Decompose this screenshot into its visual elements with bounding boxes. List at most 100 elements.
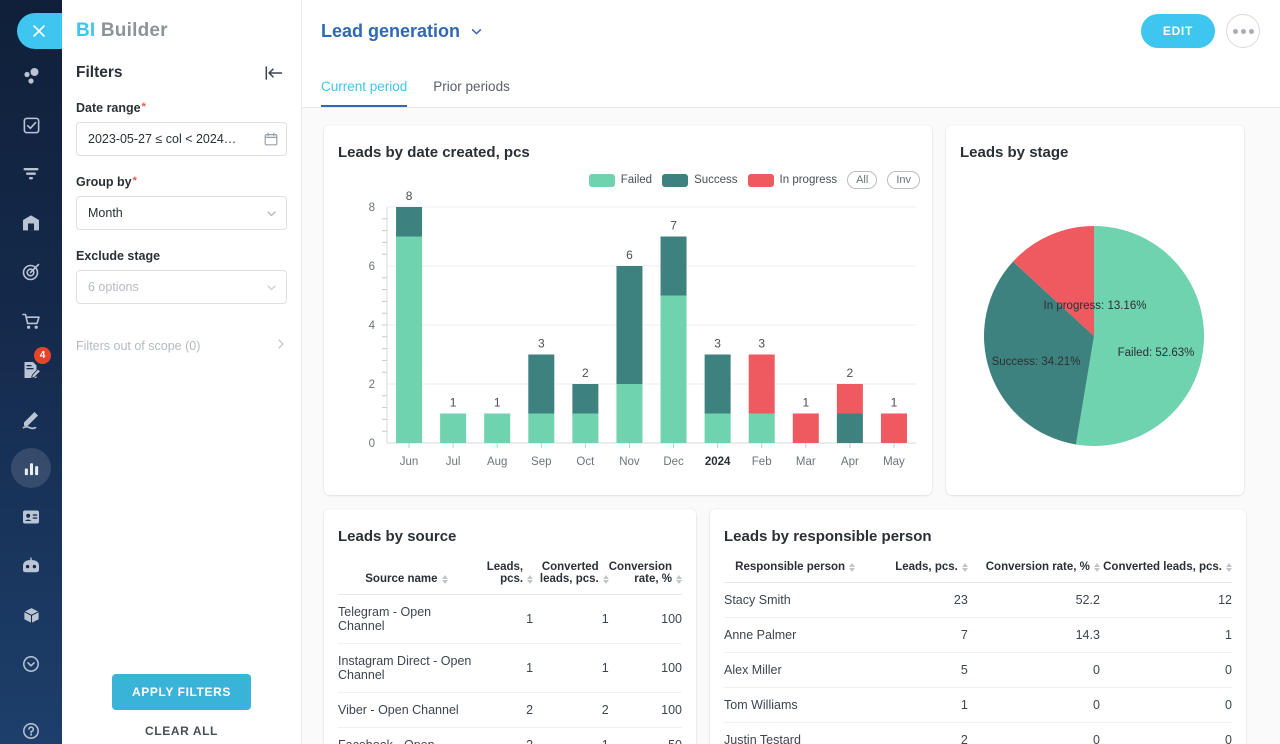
exclude-stage-label: Exclude stage	[76, 249, 287, 263]
cell-name: Alex Miller	[724, 653, 866, 688]
col-converted-leads[interactable]: Converted leads, pcs.	[533, 555, 609, 595]
legend-button-inv[interactable]: Inv	[887, 171, 920, 189]
required-marker: *	[133, 175, 137, 187]
cell-name: Instagram Direct - Open Channel	[338, 644, 475, 693]
pie-chart-plot[interactable]: Failed: 52.63%Success: 34.21%In progress…	[946, 191, 1244, 491]
clear-all-button[interactable]: CLEAR ALL	[145, 724, 218, 738]
cell-value: 50	[609, 728, 682, 744]
rail-item-more[interactable]	[11, 644, 51, 684]
cell-value: 7	[866, 618, 968, 653]
required-marker: *	[142, 101, 146, 113]
col-conversion-rate[interactable]: Conversion rate, %	[968, 555, 1100, 583]
rail-item-sign[interactable]	[11, 399, 51, 439]
table-row[interactable]: Alex Miller500	[724, 653, 1232, 688]
calendar-icon[interactable]	[264, 132, 278, 146]
svg-text:Aug: Aug	[487, 456, 507, 468]
table-row[interactable]: Telegram - Open Channel11100	[338, 595, 682, 644]
rail-item-analytics[interactable]	[11, 448, 51, 488]
legend-label-in-progress: In progress	[780, 174, 838, 186]
table-row[interactable]: Tom Williams100	[724, 688, 1232, 723]
edit-button[interactable]: EDIT	[1141, 14, 1215, 48]
table-title-source: Leads by source	[324, 509, 696, 545]
help-icon	[22, 722, 40, 740]
table-row[interactable]: Instagram Direct - Open Channel11100	[338, 644, 682, 693]
legend-item-success[interactable]: Success	[662, 174, 737, 187]
col-converted-leads[interactable]: Converted leads, pcs.	[1100, 555, 1232, 583]
inventory-icon	[22, 606, 41, 625]
card-leads-by-source: Leads by source Source name Leads, pcs. …	[324, 509, 696, 744]
col-leads-pcs[interactable]: Leads, pcs.	[866, 555, 968, 583]
rail-item-sales[interactable]	[11, 301, 51, 341]
cell-value: 5	[866, 653, 968, 688]
rail-item-automation[interactable]	[11, 546, 51, 586]
tab-prior-periods[interactable]: Prior periods	[433, 79, 510, 107]
table-row[interactable]: Viber - Open Channel22100	[338, 693, 682, 728]
cell-value: 100	[609, 644, 682, 693]
top-bar: Lead generation EDIT	[302, 0, 1280, 62]
date-range-input[interactable]: 2023-05-27 ≤ col < 2024…	[76, 122, 287, 156]
apply-filters-button[interactable]: APPLY FILTERS	[112, 674, 251, 710]
table-body-responsible: Stacy Smith2352.212Anne Palmer714.31Alex…	[724, 583, 1232, 744]
filters-out-of-scope[interactable]: Filters out of scope (0)	[62, 338, 301, 353]
svg-text:Jun: Jun	[400, 456, 419, 468]
legend-button-all[interactable]: All	[847, 171, 877, 189]
tab-current-period[interactable]: Current period	[321, 79, 407, 107]
cell-value: 1	[533, 728, 609, 744]
left-rail: 4	[0, 0, 62, 744]
svg-text:4: 4	[369, 320, 376, 332]
rail-item-inventory[interactable]	[11, 595, 51, 635]
svg-text:Success: 34.21%: Success: 34.21%	[992, 356, 1081, 368]
bot-icon	[20, 556, 42, 576]
company-icon	[21, 213, 41, 233]
collapse-left-icon[interactable]	[265, 66, 283, 80]
svg-text:1: 1	[450, 396, 457, 410]
rail-item-company[interactable]	[11, 203, 51, 243]
svg-text:2: 2	[847, 366, 854, 380]
svg-text:Feb: Feb	[752, 456, 772, 468]
table-row[interactable]: Justin Testard200	[724, 723, 1232, 744]
chevron-down-icon[interactable]	[265, 281, 278, 294]
sort-icon	[442, 575, 448, 584]
table-row[interactable]: Stacy Smith2352.212	[724, 583, 1232, 618]
cell-value: 2	[475, 693, 533, 728]
legend-item-in-progress[interactable]: In progress	[748, 174, 838, 187]
col-source-name[interactable]: Source name	[338, 555, 475, 595]
cell-value: 0	[968, 688, 1100, 723]
rail-item-funnel[interactable]	[11, 154, 51, 194]
date-range-label: Date range*	[76, 101, 287, 115]
rail-item-documents[interactable]: 4	[11, 350, 51, 390]
card-leads-by-date: Leads by date created, pcs Failed Succes…	[324, 125, 932, 495]
table-row[interactable]: Anne Palmer714.31	[724, 618, 1232, 653]
cell-value: 0	[1100, 723, 1232, 744]
col-conversion-rate[interactable]: Conversion rate, %	[609, 555, 682, 595]
rail-item-help[interactable]	[11, 711, 51, 744]
more-horizontal-icon[interactable]	[1226, 14, 1260, 48]
svg-text:Sep: Sep	[531, 456, 551, 468]
chart-title-pie: Leads by stage	[946, 125, 1244, 161]
legend-label-success: Success	[694, 174, 737, 186]
cell-value: 0	[968, 653, 1100, 688]
table-row[interactable]: Facebook - Open2150	[338, 728, 682, 744]
exclude-stage-select[interactable]: 6 options	[76, 270, 287, 304]
svg-text:2: 2	[582, 366, 589, 380]
group-by-value: Month	[88, 206, 265, 220]
table-source: Source name Leads, pcs. Converted leads,…	[338, 555, 682, 744]
tab-bar: Current period Prior periods	[302, 62, 1280, 108]
card-leads-by-responsible: Leads by responsible person Responsible …	[710, 509, 1246, 744]
legend-item-failed[interactable]: Failed	[589, 174, 652, 187]
group-by-select[interactable]: Month	[76, 196, 287, 230]
chevron-down-icon[interactable]	[265, 207, 278, 220]
bar-chart-plot[interactable]: 024688Jun1Jul1Aug3Sep2Oct6Nov7Dec320243F…	[324, 191, 932, 491]
cell-value: 1	[475, 595, 533, 644]
col-responsible-person[interactable]: Responsible person	[724, 555, 866, 583]
chevron-down-icon[interactable]	[469, 24, 484, 39]
rail-item-contacts[interactable]	[11, 497, 51, 537]
documents-badge: 4	[34, 347, 51, 364]
rail-item-goals[interactable]	[11, 252, 51, 292]
rail-item-workspaces[interactable]	[11, 56, 51, 96]
rail-item-tasks[interactable]	[11, 105, 51, 145]
filters-header: Filters	[62, 42, 301, 82]
tables-row: Leads by source Source name Leads, pcs. …	[324, 509, 1258, 744]
col-leads-pcs[interactable]: Leads, pcs.	[475, 555, 533, 595]
sort-icon	[676, 575, 682, 584]
